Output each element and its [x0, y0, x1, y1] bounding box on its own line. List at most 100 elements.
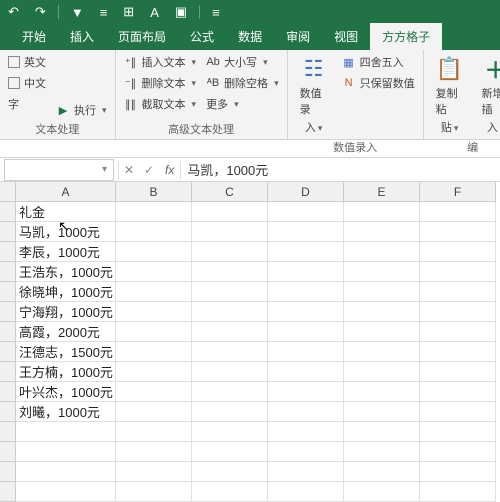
cell[interactable]: 王方楠，1000元	[16, 362, 116, 382]
cell[interactable]	[268, 242, 344, 262]
round-button[interactable]: ▦四舍五入	[340, 53, 417, 71]
more-icon[interactable]: ≡	[208, 3, 224, 22]
cell[interactable]	[116, 202, 192, 222]
cell[interactable]	[268, 222, 344, 242]
tab-ffgz[interactable]: 方方格子	[370, 23, 442, 50]
cell[interactable]	[192, 222, 268, 242]
cell[interactable]	[16, 422, 116, 442]
cell[interactable]	[192, 242, 268, 262]
cell[interactable]	[268, 382, 344, 402]
cell[interactable]	[420, 222, 496, 242]
cell[interactable]	[420, 422, 496, 442]
cell[interactable]	[268, 422, 344, 442]
cell[interactable]: 刘曦，1000元	[16, 402, 116, 422]
cell[interactable]	[344, 442, 420, 462]
cell[interactable]	[420, 482, 496, 502]
cell[interactable]	[116, 362, 192, 382]
column-header-d[interactable]: D	[268, 182, 344, 202]
column-header-e[interactable]: E	[344, 182, 420, 202]
cell[interactable]	[268, 282, 344, 302]
row-header[interactable]	[0, 362, 16, 382]
keep-value-button[interactable]: N只保留数值	[340, 74, 417, 92]
cell[interactable]	[420, 242, 496, 262]
tab-home[interactable]: 开始	[10, 23, 58, 50]
cell[interactable]	[344, 222, 420, 242]
cell[interactable]	[420, 302, 496, 322]
box-icon[interactable]: ▣	[171, 2, 191, 22]
cell[interactable]: 汪德志，1500元	[16, 342, 116, 362]
cell[interactable]	[420, 282, 496, 302]
cell[interactable]	[116, 342, 192, 362]
cell[interactable]	[268, 202, 344, 222]
undo-icon[interactable]: ↶	[4, 2, 23, 22]
cell[interactable]	[344, 262, 420, 282]
cell[interactable]: 叶兴杰，1000元	[16, 382, 116, 402]
row-header[interactable]	[0, 462, 16, 482]
cell[interactable]: 高霞，2000元	[16, 322, 116, 342]
cell[interactable]: 李辰，1000元	[16, 242, 116, 262]
cell[interactable]	[116, 482, 192, 502]
row-header[interactable]	[0, 262, 16, 282]
cell[interactable]	[192, 442, 268, 462]
cell[interactable]	[420, 402, 496, 422]
cell[interactable]	[192, 462, 268, 482]
cell[interactable]	[344, 202, 420, 222]
row-header[interactable]	[0, 442, 16, 462]
checkbox-chinese[interactable]: 中文	[6, 74, 48, 92]
cell[interactable]	[116, 442, 192, 462]
cell[interactable]	[192, 482, 268, 502]
insert-button[interactable]: ＋ 新增插 入▾	[476, 53, 500, 137]
row-header[interactable]	[0, 222, 16, 242]
select-all-corner[interactable]	[0, 182, 16, 202]
cell[interactable]	[268, 482, 344, 502]
cell[interactable]	[344, 322, 420, 342]
cell[interactable]	[268, 402, 344, 422]
cell[interactable]	[16, 462, 116, 482]
cell[interactable]	[344, 342, 420, 362]
chevron-down-icon[interactable]: ▾	[102, 164, 107, 175]
cell[interactable]	[268, 362, 344, 382]
column-header-a[interactable]: A	[16, 182, 116, 202]
checkbox-english[interactable]: 英文	[6, 53, 48, 71]
cell[interactable]	[192, 342, 268, 362]
cell[interactable]	[116, 282, 192, 302]
name-box[interactable]: ▾	[4, 159, 114, 181]
case-button[interactable]: Ab大小写▾	[204, 53, 281, 71]
row-header[interactable]	[0, 242, 16, 262]
tab-view[interactable]: 视图	[322, 23, 370, 50]
cancel-button[interactable]: ✕	[119, 163, 139, 177]
cell[interactable]	[116, 402, 192, 422]
column-header-f[interactable]: F	[420, 182, 496, 202]
cell[interactable]: 徐晓坤，1000元	[16, 282, 116, 302]
cell[interactable]	[192, 422, 268, 442]
cell[interactable]	[420, 202, 496, 222]
cell[interactable]	[344, 382, 420, 402]
column-header-b[interactable]: B	[116, 182, 192, 202]
row-header[interactable]	[0, 422, 16, 442]
row-header[interactable]	[0, 202, 16, 222]
column-header-c[interactable]: C	[192, 182, 268, 202]
cell[interactable]	[344, 422, 420, 442]
execute-button[interactable]: ▶执行▾	[54, 101, 109, 119]
row-header[interactable]	[0, 482, 16, 502]
cell[interactable]	[116, 322, 192, 342]
row-header[interactable]	[0, 302, 16, 322]
cell[interactable]	[16, 442, 116, 462]
cell[interactable]	[116, 262, 192, 282]
more-button[interactable]: 更多▾	[204, 95, 281, 113]
cell[interactable]	[344, 482, 420, 502]
cell[interactable]	[344, 242, 420, 262]
cell[interactable]	[192, 322, 268, 342]
delete-text-button[interactable]: ⁻∥删除文本▾	[122, 74, 199, 92]
number-input-button[interactable]: ☷ 数值录 入▾	[294, 53, 334, 137]
cell[interactable]	[344, 282, 420, 302]
row-header[interactable]	[0, 282, 16, 302]
cell[interactable]	[192, 382, 268, 402]
cell[interactable]	[344, 302, 420, 322]
row-header[interactable]	[0, 322, 16, 342]
cell[interactable]	[420, 442, 496, 462]
cell[interactable]	[344, 462, 420, 482]
row-header[interactable]	[0, 382, 16, 402]
confirm-button[interactable]: ✓	[139, 163, 159, 177]
trim-spaces-button[interactable]: ᴬB删除空格▾	[204, 74, 281, 92]
